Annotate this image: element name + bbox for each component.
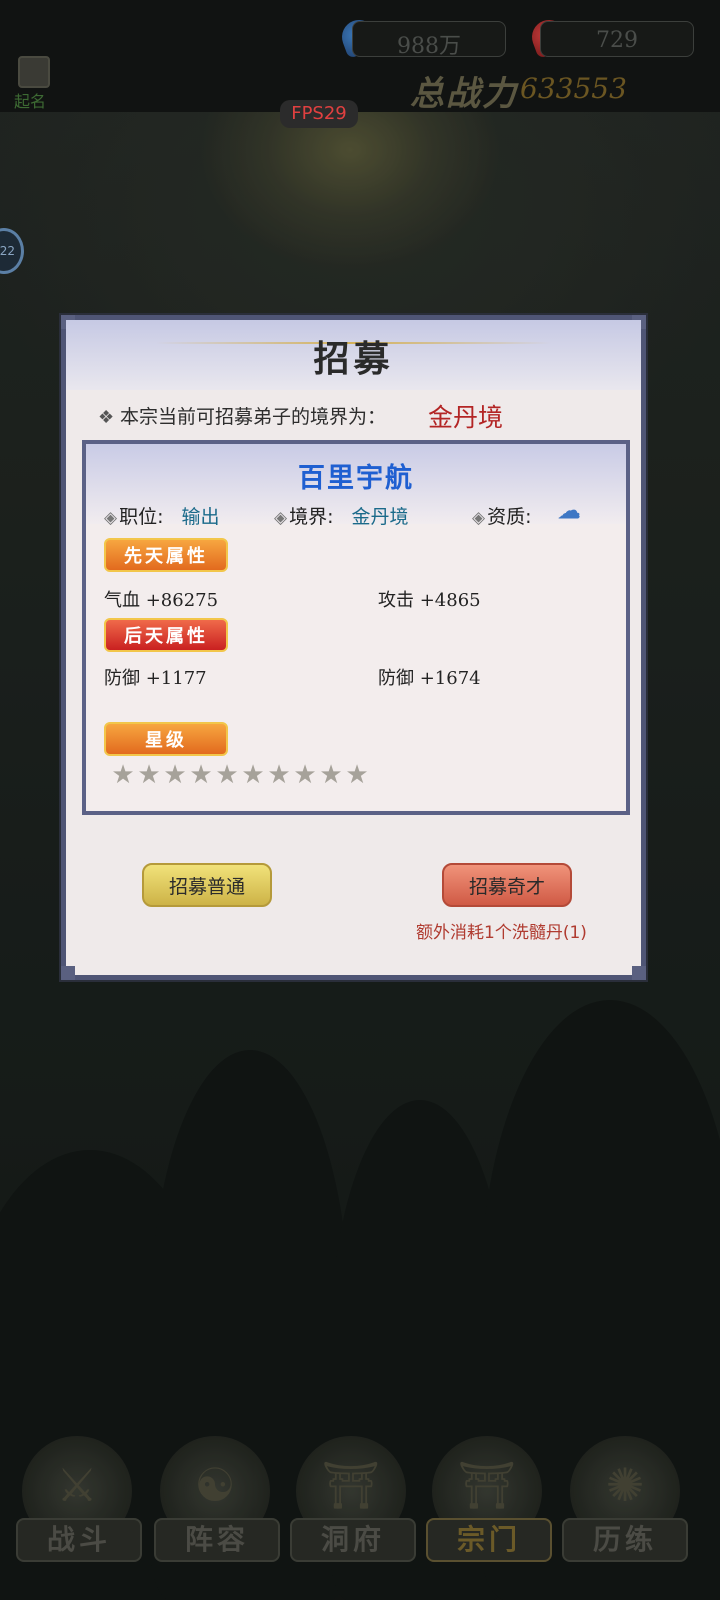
currency-red[interactable]: 729 (540, 21, 694, 57)
diamond-icon: ◈ (274, 508, 288, 528)
currency-red-value: 729 (596, 28, 638, 53)
role-info: ◈ 职位: 输出 (104, 502, 220, 529)
innate-tag: 先天属性 (104, 538, 228, 572)
realm-label: 境界: (289, 506, 334, 528)
role-label: 职位: (119, 506, 164, 528)
modal-title: 招募 (313, 338, 394, 380)
tab-lineup[interactable]: 阵容 (154, 1518, 280, 1562)
role-value: 输出 (181, 506, 220, 528)
diamond-icon: ❖ (98, 407, 115, 428)
star-icon: ★ (267, 760, 291, 790)
star-icon: ★ (241, 760, 265, 790)
acquired-attr-1: 防御 +1177 (104, 668, 207, 689)
star-icon: ★ (345, 760, 369, 790)
tab-cave[interactable]: 洞府 (290, 1518, 416, 1562)
power-label: 总战力 (410, 74, 518, 114)
realm-info: ◈ 境界: 金丹境 (274, 502, 409, 529)
tab-training[interactable]: 历练 (562, 1518, 688, 1562)
disciple-name: 百里宇航 (298, 463, 414, 494)
power-value: 633553 (520, 72, 627, 105)
recruit-realm-value: 金丹境 (428, 403, 504, 432)
aptitude-badge-icon: ☁ (558, 498, 580, 524)
diamond-icon: ◈ (104, 508, 118, 528)
acquired-tag: 后天属性 (104, 618, 228, 652)
recruit-modal: 招募 ❖ 本宗当前可招募弟子的境界为： 金丹境 百里宇航 ◈ 职位: 输出 ◈ 境界: 金… (61, 315, 646, 980)
star-icon: ★ (163, 760, 187, 790)
star-tag: 星级 (104, 722, 228, 756)
diamond-icon: ◈ (472, 508, 486, 528)
star-icon: ★ (137, 760, 161, 790)
avatar[interactable] (18, 56, 50, 88)
recruit-normal-button[interactable]: 招募普通 (142, 863, 272, 907)
tab-battle[interactable]: 战斗 (16, 1518, 142, 1562)
acquired-attr-2: 防御 +1674 (378, 668, 481, 689)
modal-header: 招募 (66, 320, 641, 390)
corner-ornament (61, 966, 75, 980)
star-icon: ★ (319, 760, 343, 790)
aptitude-info: ◈ 资质: (472, 502, 531, 529)
top-bar: 起名 988万 729 总战力 633553 (0, 0, 720, 114)
tab-sect[interactable]: 宗门 (426, 1518, 552, 1562)
star-icon: ★ (293, 760, 317, 790)
star-icon: ★ (111, 760, 135, 790)
corner-ornament (632, 966, 646, 980)
fps-counter: FPS29 (280, 100, 358, 128)
currency-blue[interactable]: 988万 (352, 21, 506, 59)
aptitude-label: 资质: (487, 506, 532, 528)
realm-prompt: ❖ 本宗当前可招募弟子的境界为： (98, 402, 386, 429)
star-rating: ★ ★ ★ ★ ★ ★ ★ ★ ★ ★ (110, 762, 370, 788)
innate-attr-hp: 气血 +86275 (104, 590, 219, 611)
recruit-elite-button[interactable]: 招募奇才 (442, 863, 572, 907)
realm-prompt-text: 本宗当前可招募弟子的境界为： (120, 406, 387, 428)
disciple-card: 百里宇航 ◈ 职位: 输出 ◈ 境界: 金丹境 ◈ 资质: ☁ 先天属性 气血 +8627… (82, 440, 630, 815)
star-icon: ★ (215, 760, 239, 790)
realm-value: 金丹境 (351, 506, 409, 528)
elite-cost-note: 额外消耗1个洗髓丹(1) (416, 923, 587, 943)
innate-attr-atk: 攻击 +4865 (378, 590, 481, 611)
star-icon: ★ (189, 760, 213, 790)
avatar-label[interactable]: 起名 (14, 88, 46, 112)
currency-blue-value: 988万 (397, 34, 461, 59)
